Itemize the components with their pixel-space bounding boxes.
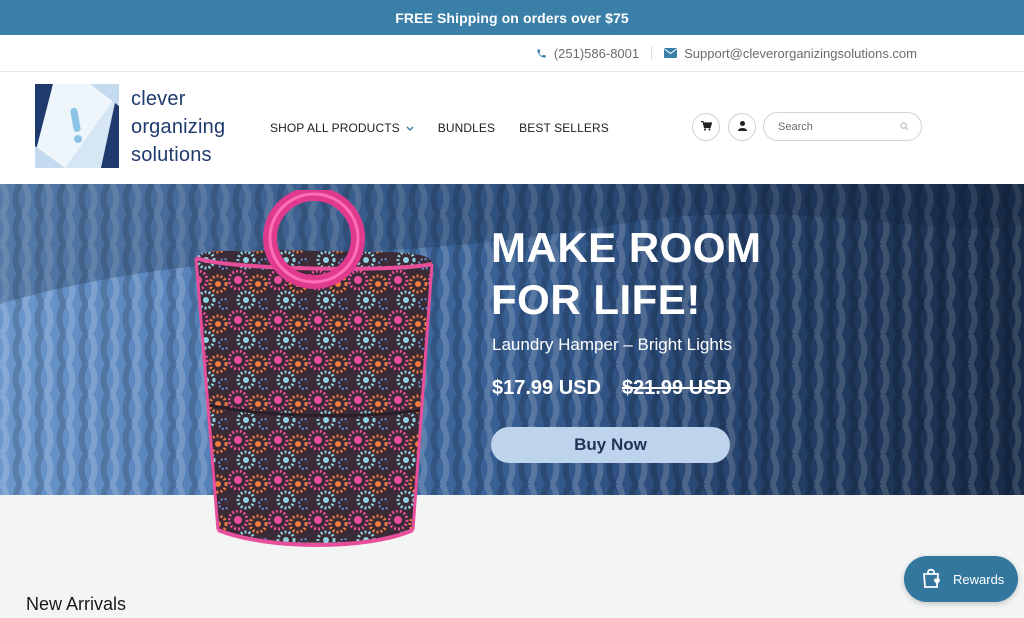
nav-label: BUNDLES (437, 121, 496, 135)
rewards-button[interactable]: Rewards (904, 556, 1018, 602)
account-button[interactable] (728, 113, 756, 141)
chevron-down-icon (406, 121, 414, 135)
cart-button[interactable] (692, 113, 720, 141)
shopping-bag-heart-icon (921, 567, 943, 592)
hero-banner: MAKE ROOM FOR LIFE! Laundry Hamper – Bri… (0, 184, 1024, 495)
nav-label: BEST SELLERS (519, 121, 609, 135)
contact-bar: (251)586-8001 Support@cleverorganizingso… (0, 35, 1024, 72)
hero-price: $17.99 USD (492, 377, 601, 399)
hamper-product-image[interactable] (188, 190, 438, 555)
email-address: Support@cleverorganizingsolutions.com (684, 45, 917, 61)
announcement-text: FREE Shipping on orders over $75 (395, 9, 629, 26)
logo-line: organizing (131, 116, 226, 138)
user-icon (737, 118, 747, 136)
nav-bundles[interactable]: BUNDLES (438, 121, 495, 135)
new-arrivals-heading: New Arrivals (26, 594, 127, 614)
hero-compare-price: $21.99 USD (622, 377, 731, 399)
divider (651, 46, 653, 60)
envelope-icon (664, 48, 678, 58)
email-link[interactable]: Support@cleverorganizingsolutions.com (664, 46, 917, 61)
buy-now-button[interactable]: Buy Now (491, 427, 730, 463)
site-logo[interactable]: clever organizing solutions (35, 84, 225, 169)
logo-mark (35, 84, 119, 168)
nav-best-sellers[interactable]: BEST SELLERS (519, 121, 609, 135)
phone-number: (251)586-8001 (553, 45, 640, 61)
hero-title: MAKE ROOM FOR LIFE! (491, 222, 762, 326)
logo-line: solutions (131, 144, 212, 166)
rewards-label: Rewards (953, 571, 1005, 587)
site-header: clever organizing solutions SHOP ALL PRO… (0, 72, 1024, 184)
main-nav: SHOP ALL PRODUCTS BUNDLES BEST SELLERS (270, 121, 609, 135)
cart-icon (700, 118, 712, 136)
logo-wordmark: clever organizing solutions (131, 85, 225, 169)
nav-shop-all-products[interactable]: SHOP ALL PRODUCTS (270, 121, 414, 135)
search-box[interactable] (763, 112, 922, 141)
nav-label: SHOP ALL PRODUCTS (270, 121, 400, 135)
hero-product-name: Laundry Hamper – Bright Lights (492, 335, 733, 354)
announcement-bar: FREE Shipping on orders over $75 (0, 0, 1024, 35)
hero-title-line: MAKE ROOM (491, 224, 762, 271)
search-icon[interactable] (900, 118, 909, 136)
phone-icon (536, 48, 547, 59)
hero-title-line: FOR LIFE! (491, 276, 701, 323)
phone-link[interactable]: (251)586-8001 (536, 46, 639, 61)
logo-line: clever (131, 88, 186, 110)
search-input[interactable] (778, 120, 900, 133)
